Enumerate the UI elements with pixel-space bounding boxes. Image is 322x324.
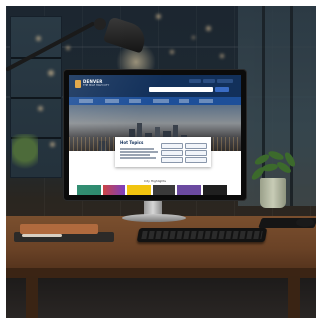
desk-leg	[288, 276, 300, 318]
nav-item[interactable]	[153, 98, 169, 103]
book	[20, 224, 98, 234]
highlight-tile[interactable]	[153, 185, 175, 195]
bokeh-light	[50, 142, 55, 147]
background-plant	[12, 134, 38, 174]
topic-link[interactable]	[185, 157, 207, 163]
hot-topics-card: Hot Topics	[115, 137, 211, 167]
bokeh-light	[156, 14, 161, 19]
bokeh-light	[38, 106, 43, 111]
paper	[22, 234, 62, 237]
site-search-button[interactable]	[215, 87, 229, 92]
highlights-row	[77, 185, 233, 195]
topic-link[interactable]	[161, 150, 183, 156]
bokeh-light	[206, 26, 211, 31]
bokeh-light	[192, 36, 195, 39]
bokeh-light	[36, 36, 41, 41]
section-heading: City Highlights	[144, 179, 166, 183]
desk-edge	[6, 268, 316, 278]
highlight-tile[interactable]	[77, 185, 101, 195]
keyboard	[136, 228, 268, 242]
highlight-tile[interactable]	[203, 185, 227, 195]
text-line	[120, 148, 154, 150]
site-search-input[interactable]	[149, 87, 213, 92]
highlight-tile[interactable]	[177, 185, 201, 195]
lamp-joint	[94, 18, 106, 30]
nav-item[interactable]	[105, 98, 119, 103]
nav-item[interactable]	[179, 98, 189, 103]
topic-link[interactable]	[185, 143, 207, 149]
bokeh-light	[220, 54, 224, 58]
website-header: DENVER THE MILE HIGH CITY	[69, 75, 241, 97]
text-line	[120, 151, 158, 153]
city-logo-icon	[75, 80, 81, 88]
text-line	[120, 154, 150, 156]
nav-item[interactable]	[199, 98, 213, 103]
potted-plant-icon	[260, 178, 286, 208]
background-window	[238, 6, 316, 206]
topic-link[interactable]	[185, 150, 207, 156]
bokeh-light	[48, 70, 54, 76]
highlight-tile[interactable]	[127, 185, 151, 195]
header-button[interactable]	[217, 79, 233, 83]
text-line	[120, 157, 156, 159]
mouse	[296, 218, 314, 227]
bokeh-light	[66, 46, 70, 50]
monitor-screen: DENVER THE MILE HIGH CITY Hot Topics Cit…	[69, 75, 241, 195]
website-nav	[69, 97, 241, 105]
desk-leg	[26, 276, 38, 318]
highlight-tile[interactable]	[103, 185, 125, 195]
header-button[interactable]	[203, 79, 215, 83]
hot-topics-title: Hot Topics	[120, 140, 144, 145]
office-desk-photo: DENVER THE MILE HIGH CITY Hot Topics Cit…	[6, 6, 316, 318]
floor	[6, 278, 316, 318]
nav-item[interactable]	[129, 98, 141, 103]
nav-item[interactable]	[79, 98, 93, 103]
bokeh-light	[170, 50, 174, 54]
topic-link[interactable]	[161, 157, 183, 163]
monitor-base	[122, 214, 186, 222]
site-logo-subtitle: THE MILE HIGH CITY	[83, 84, 110, 87]
topic-link[interactable]	[161, 143, 183, 149]
header-button[interactable]	[189, 79, 201, 83]
